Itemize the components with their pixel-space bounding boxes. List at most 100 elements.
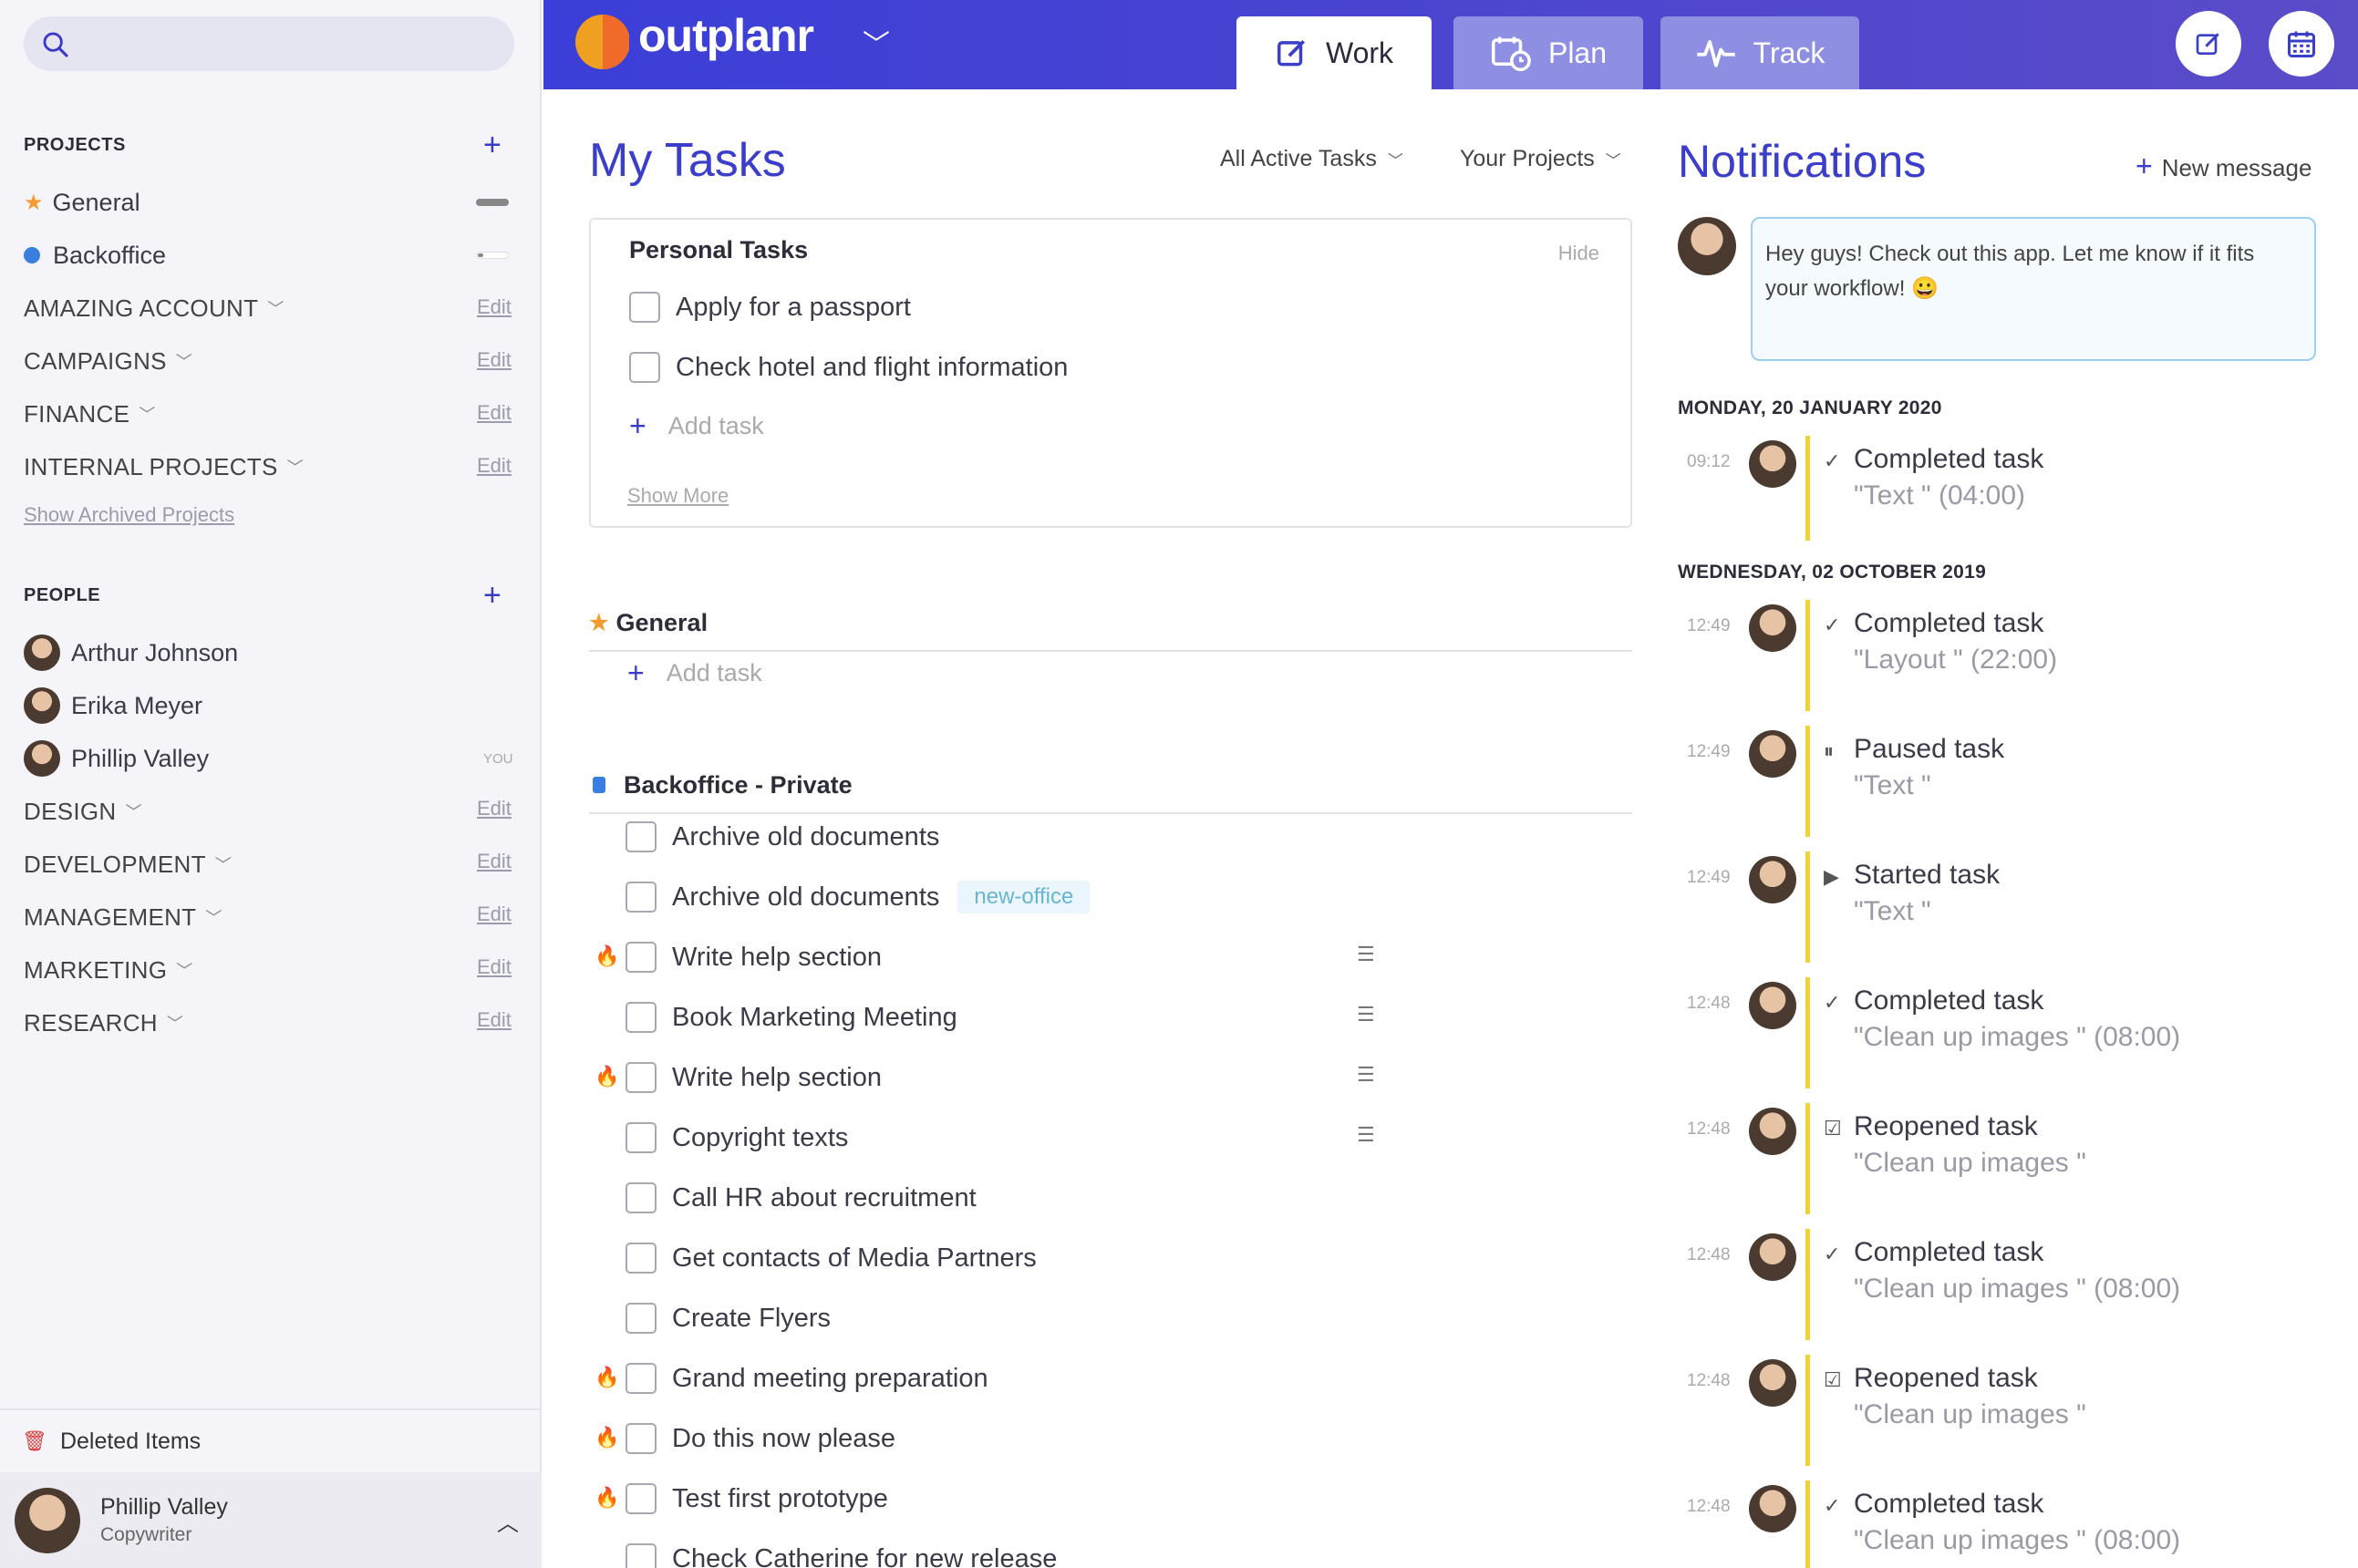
chevron-down-icon: ﹀: [1387, 152, 1403, 170]
filter-status-dropdown[interactable]: All Active Tasks ﹀: [1220, 146, 1403, 172]
project-color-dot: [24, 247, 40, 263]
group-internal-projects[interactable]: INTERNAL PROJECTS ﹀: [24, 449, 304, 485]
checklist-icon[interactable]: ☰: [1357, 1063, 1375, 1087]
tab-track[interactable]: Track: [1660, 16, 1859, 89]
deleted-items-link[interactable]: 🗑 Deleted Items: [0, 1408, 542, 1472]
task-checkbox[interactable]: [626, 1182, 657, 1213]
task-tag[interactable]: new-office: [957, 881, 1091, 913]
chevron-up-icon[interactable]: ︿: [497, 1505, 519, 1537]
task-label[interactable]: Apply for a passport: [676, 293, 911, 323]
add-task-button[interactable]: + Add task: [627, 655, 762, 691]
hide-button[interactable]: Hide: [1558, 242, 1599, 265]
task-label[interactable]: Archive old documents: [672, 882, 939, 913]
checklist-icon[interactable]: ☰: [1357, 943, 1375, 966]
notification-object[interactable]: "Clean up images " (08:00): [1854, 1274, 2180, 1305]
projects-title: PROJECTS: [24, 135, 126, 155]
task-label[interactable]: Test first prototype: [672, 1484, 888, 1514]
task-checkbox[interactable]: [629, 352, 660, 383]
task-label[interactable]: Write help section: [672, 1063, 882, 1093]
new-message-button[interactable]: + New message: [2136, 150, 2311, 183]
task-checkbox[interactable]: [626, 1483, 657, 1514]
task-checkbox[interactable]: [626, 942, 657, 973]
task-label[interactable]: Book Marketing Meeting: [672, 1003, 957, 1033]
notification-object[interactable]: "Clean up images " (08:00): [1854, 1525, 2180, 1556]
group-design[interactable]: DESIGN ﹀: [24, 793, 142, 830]
edit-link[interactable]: Edit: [477, 903, 512, 926]
group-label: MARKETING: [24, 955, 168, 984]
tab-label: Plan: [1547, 36, 1608, 69]
task-checkbox[interactable]: [626, 1423, 657, 1454]
task-label[interactable]: Grand meeting preparation: [672, 1364, 988, 1394]
task-checkbox[interactable]: [626, 1543, 657, 1568]
edit-link[interactable]: Edit: [477, 348, 512, 372]
group-amazing-account[interactable]: AMAZING ACCOUNT ﹀: [24, 290, 284, 326]
task-checkbox[interactable]: [626, 1243, 657, 1274]
task-label[interactable]: Create Flyers: [672, 1304, 831, 1334]
task-label[interactable]: Check Catherine for new release: [672, 1544, 1057, 1568]
group-research[interactable]: RESEARCH ﹀: [24, 1005, 183, 1041]
checklist-icon[interactable]: ☰: [1357, 1003, 1375, 1026]
group-marketing[interactable]: MARKETING ﹀: [24, 952, 193, 988]
add-person-button[interactable]: +: [483, 580, 502, 611]
notification-object[interactable]: "Clean up images " (08:00): [1854, 1022, 2180, 1053]
group-finance[interactable]: FINANCE ﹀: [24, 396, 156, 432]
notification-time: 12:48: [1687, 1371, 1731, 1390]
user-profile[interactable]: Phillip Valley Copywriter ︿: [0, 1472, 542, 1568]
section-title: General: [615, 608, 708, 636]
tab-work[interactable]: Work: [1236, 16, 1432, 89]
tab-plan[interactable]: Plan: [1453, 16, 1643, 89]
task-checkbox[interactable]: [626, 821, 657, 852]
project-backoffice[interactable]: Backoffice: [24, 237, 166, 273]
search-input[interactable]: [24, 16, 514, 71]
notification-object[interactable]: "Text " (04:00): [1854, 480, 2025, 511]
task-label[interactable]: Get contacts of Media Partners: [672, 1243, 1037, 1274]
task-checkbox[interactable]: [626, 1363, 657, 1394]
task-label[interactable]: Call HR about recruitment: [672, 1183, 977, 1213]
task-checkbox[interactable]: [626, 882, 657, 913]
compose-button[interactable]: [2176, 11, 2241, 77]
chevron-down-icon[interactable]: ﹀: [863, 22, 890, 62]
project-general[interactable]: ★ General: [24, 184, 140, 221]
task-label[interactable]: Do this now please: [672, 1424, 895, 1454]
checklist-icon[interactable]: ☰: [1357, 1123, 1375, 1147]
task-checkbox[interactable]: [626, 1062, 657, 1093]
edit-link[interactable]: Edit: [477, 797, 512, 820]
page-title: My Tasks: [589, 134, 786, 187]
edit-link[interactable]: Edit: [477, 1008, 512, 1032]
notification-object[interactable]: "Text ": [1854, 770, 1931, 801]
edit-link[interactable]: Edit: [477, 401, 512, 425]
task-label[interactable]: Write help section: [672, 943, 882, 973]
notification-object[interactable]: "Text ": [1854, 896, 1931, 927]
person-label: Phillip Valley: [71, 744, 210, 772]
task-label[interactable]: Archive old documents: [672, 822, 939, 852]
task-label[interactable]: Copyright texts: [672, 1123, 848, 1153]
plus-icon: +: [629, 408, 646, 442]
person-erika-meyer[interactable]: Erika Meyer: [24, 687, 202, 724]
edit-link[interactable]: Edit: [477, 295, 512, 319]
edit-link[interactable]: Edit: [477, 454, 512, 478]
task-checkbox[interactable]: [629, 292, 660, 323]
notification-object[interactable]: "Clean up images ": [1854, 1148, 2086, 1179]
person-arthur-johnson[interactable]: Arthur Johnson: [24, 634, 238, 671]
notification-object[interactable]: "Clean up images ": [1854, 1399, 2086, 1430]
group-development[interactable]: DEVELOPMENT ﹀: [24, 846, 232, 882]
group-management[interactable]: MANAGEMENT ﹀: [24, 899, 222, 935]
add-task-button[interactable]: + Add task: [629, 407, 764, 444]
edit-link[interactable]: Edit: [477, 955, 512, 979]
group-campaigns[interactable]: CAMPAIGNS ﹀: [24, 343, 192, 379]
calendar-button[interactable]: [2269, 11, 2334, 77]
task-checkbox[interactable]: [626, 1122, 657, 1153]
filter-projects-dropdown[interactable]: Your Projects ﹀: [1460, 146, 1621, 172]
task-label[interactable]: Check hotel and flight information: [676, 353, 1068, 383]
person-phillip-valley[interactable]: Phillip Valley: [24, 740, 209, 777]
task-item: Write help section: [626, 1059, 882, 1096]
fire-icon: 🔥: [595, 1486, 620, 1509]
show-more-link[interactable]: Show More: [627, 484, 729, 508]
show-archived-link[interactable]: Show Archived Projects: [24, 503, 234, 527]
task-checkbox[interactable]: [626, 1303, 657, 1334]
add-project-button[interactable]: +: [483, 129, 502, 160]
notification-object[interactable]: "Layout " (22:00): [1854, 645, 2057, 676]
check-icon: ✓: [1824, 991, 1841, 1014]
task-checkbox[interactable]: [626, 1002, 657, 1033]
edit-link[interactable]: Edit: [477, 850, 512, 873]
